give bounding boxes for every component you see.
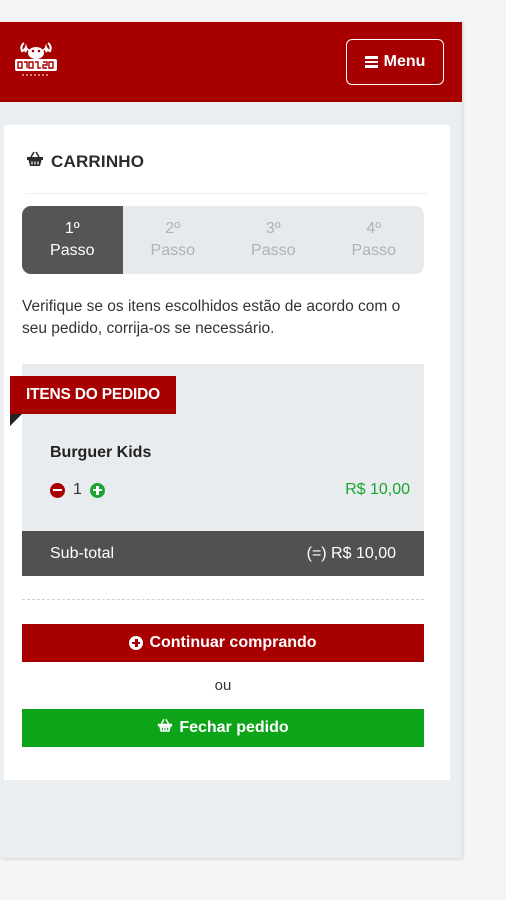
step-number: 3º: [265, 220, 281, 237]
cart-header: CARRINHO: [26, 151, 144, 172]
item-price: R$ 10,00: [345, 481, 410, 498]
basket-icon: [26, 151, 44, 172]
basket-icon: [157, 718, 173, 738]
tag-fold: [10, 414, 22, 426]
order-items-tag: ITENS DO PEDIDO: [10, 376, 176, 414]
cart-description: Verifique se os itens escolhidos estão d…: [22, 298, 401, 337]
lobster-logo-icon[interactable]: [12, 39, 60, 81]
top-navbar: Menu: [0, 22, 462, 102]
decrease-quantity-button[interactable]: [50, 482, 65, 498]
subtotal-bar: Sub-total (=) R$ 10,00: [22, 531, 424, 576]
quantity-stepper: 1: [50, 481, 105, 499]
menu-button[interactable]: Menu: [346, 39, 444, 85]
step-3[interactable]: 3º Passo: [223, 206, 324, 274]
plus-circle-icon: [129, 636, 144, 650]
continue-shopping-label: Continuar comprando: [149, 634, 317, 651]
close-order-button[interactable]: Fechar pedido: [22, 709, 424, 747]
step-label: Passo: [251, 242, 296, 259]
continue-shopping-button[interactable]: Continuar comprando: [22, 624, 424, 662]
increase-quantity-button[interactable]: [89, 482, 105, 498]
step-number: 4º: [366, 220, 382, 237]
step-label: Passo: [351, 242, 396, 259]
header-divider: [26, 193, 428, 194]
or-separator: ou: [214, 677, 232, 694]
checkout-steps: 1º Passo 2º Passo 3º Passo 4º Passo: [22, 206, 424, 274]
step-label: Passo: [150, 242, 195, 259]
step-number: 2º: [165, 220, 181, 237]
mobile-viewport: Menu CARRINHO 1º Passo 2º Passo 3º Passo…: [0, 22, 462, 858]
close-order-label: Fechar pedido: [179, 719, 289, 736]
step-4[interactable]: 4º Passo: [324, 206, 425, 274]
cart-title: CARRINHO: [51, 151, 145, 171]
step-1[interactable]: 1º Passo: [22, 206, 123, 274]
dashed-divider: [22, 599, 424, 600]
item-quantity: 1: [73, 481, 82, 498]
step-2[interactable]: 2º Passo: [123, 206, 224, 274]
menu-button-label: Menu: [383, 53, 426, 70]
subtotal-value: (=) R$ 10,00: [306, 544, 396, 562]
subtotal-label: Sub-total: [50, 544, 115, 562]
item-name: Burguer Kids: [50, 444, 152, 461]
step-label: Passo: [50, 242, 95, 259]
step-number: 1º: [64, 220, 80, 237]
hamburger-icon: [364, 56, 378, 68]
